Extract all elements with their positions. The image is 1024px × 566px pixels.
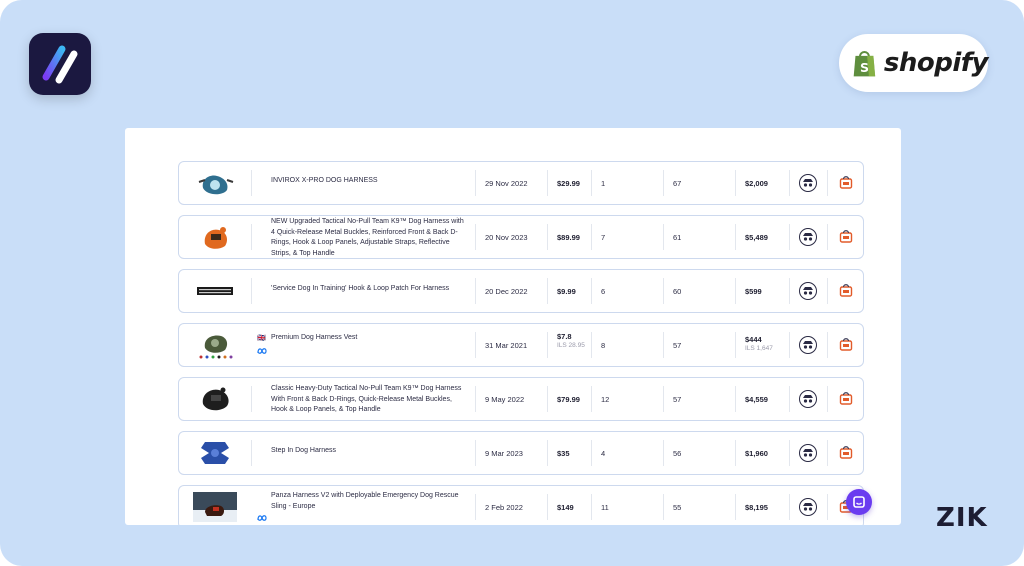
product-orders: 1 — [601, 179, 606, 188]
product-image — [198, 175, 234, 195]
shopify-bag-icon: S — [853, 51, 876, 77]
country-flag: 🇬🇧 — [257, 335, 266, 342]
product-name: 'Service Dog In Training' Hook & Loop Pa… — [271, 285, 450, 292]
product-count: 57 — [673, 341, 682, 350]
store-icon[interactable] — [839, 175, 853, 189]
product-date: 29 Nov 2022 — [485, 179, 528, 188]
product-image — [199, 335, 233, 359]
product-date: 20 Dec 2022 — [485, 287, 528, 296]
product-image — [193, 492, 237, 522]
table-row[interactable]: 'Service Dog In Training' Hook & Loop Pa… — [178, 269, 864, 313]
product-count: 57 — [673, 395, 682, 404]
spy-icon[interactable] — [799, 174, 817, 192]
product-count: 61 — [673, 233, 682, 242]
price-local: ILS 28.95 — [557, 342, 585, 349]
product-revenue: $8,195 — [745, 503, 768, 512]
store-icon[interactable] — [839, 445, 853, 459]
product-date: 20 Nov 2023 — [485, 233, 528, 242]
product-revenue: $4,559 — [745, 395, 768, 404]
product-count: 55 — [673, 503, 682, 512]
table-row[interactable]: NEW Upgraded Tactical No-Pull Team K9™ D… — [178, 215, 864, 259]
product-date: 9 Mar 2023 — [485, 449, 523, 458]
product-orders: 8 — [601, 341, 606, 350]
table-row[interactable]: Classic Heavy-Duty Tactical No-Pull Team… — [178, 377, 864, 421]
product-price: $29.99 — [557, 179, 580, 188]
product-price: $7.8 ILS 28.95 — [557, 332, 587, 350]
product-price: $9.99 — [557, 287, 576, 296]
product-price: $35 — [557, 449, 570, 458]
spy-icon[interactable] — [799, 498, 817, 516]
table-row[interactable]: 🇬🇧 Premium Dog Harness Vest 31 Mar 2021 … — [178, 323, 864, 367]
revenue-local: ILS 1,647 — [745, 345, 773, 352]
product-name: Premium Dog Harness Vest — [271, 334, 358, 341]
meta-icon — [257, 348, 267, 354]
shopify-badge: S shopify — [839, 34, 989, 92]
table-row[interactable]: Step In Dog Harness 9 Mar 2023 $35 4 56 … — [178, 431, 864, 475]
zik-logo: ZIK — [936, 503, 988, 533]
product-table: INVIROX X-PRO DOG HARNESS 29 Nov 2022 $2… — [125, 128, 901, 525]
product-revenue: $599 — [745, 287, 762, 296]
product-image — [204, 227, 227, 249]
promo-background: S shopify INVIROX X-PRO DOG HARNESS 29 N… — [0, 0, 1024, 566]
product-price: $89.99 — [557, 233, 580, 242]
spy-icon[interactable] — [799, 390, 817, 408]
product-image — [202, 387, 229, 411]
product-date: 31 Mar 2021 — [485, 341, 528, 350]
meta-icon — [257, 515, 267, 521]
product-image — [197, 287, 233, 295]
spy-icon[interactable] — [799, 336, 817, 354]
spy-icon[interactable] — [799, 444, 817, 462]
product-count: 56 — [673, 449, 682, 458]
chat-icon[interactable] — [846, 489, 872, 515]
store-icon[interactable] — [839, 283, 853, 297]
product-orders: 6 — [601, 287, 606, 296]
store-icon[interactable] — [839, 391, 853, 405]
product-date: 9 May 2022 — [485, 395, 525, 404]
product-orders: 12 — [601, 395, 610, 404]
revenue-value: $444 — [745, 335, 762, 344]
product-name: Panza Harness V2 with Deployable Emergen… — [271, 492, 459, 510]
product-name: NEW Upgraded Tactical No-Pull Team K9™ D… — [271, 218, 464, 257]
product-orders: 11 — [601, 503, 609, 512]
price-value: $7.8 — [557, 332, 572, 341]
svg-text:S: S — [860, 60, 869, 75]
product-price: $149 — [557, 503, 574, 512]
product-name: Step In Dog Harness — [271, 447, 336, 454]
product-name: Classic Heavy-Duty Tactical No-Pull Team… — [271, 385, 462, 413]
spy-icon[interactable] — [799, 228, 817, 246]
product-date: 2 Feb 2022 — [485, 503, 523, 512]
product-revenue: $5,489 — [745, 233, 768, 242]
table-row[interactable]: INVIROX X-PRO DOG HARNESS 29 Nov 2022 $2… — [178, 161, 864, 205]
shopify-wordmark: shopify — [883, 48, 989, 78]
product-name: INVIROX X-PRO DOG HARNESS — [271, 177, 378, 184]
product-revenue: $1,960 — [745, 449, 768, 458]
spy-icon[interactable] — [799, 282, 817, 300]
product-image — [201, 442, 229, 464]
table-row[interactable]: Panza Harness V2 with Deployable Emergen… — [178, 485, 864, 525]
store-icon[interactable] — [839, 337, 853, 351]
product-count: 60 — [673, 287, 682, 296]
product-orders: 7 — [601, 233, 606, 242]
product-count: 67 — [673, 179, 682, 188]
product-revenue: $444 ILS 1,647 — [745, 335, 773, 353]
product-orders: 4 — [601, 449, 606, 458]
product-price: $79.99 — [557, 395, 580, 404]
product-revenue: $2,009 — [745, 179, 768, 188]
app-logo-icon — [29, 33, 91, 95]
store-icon[interactable] — [839, 229, 853, 243]
